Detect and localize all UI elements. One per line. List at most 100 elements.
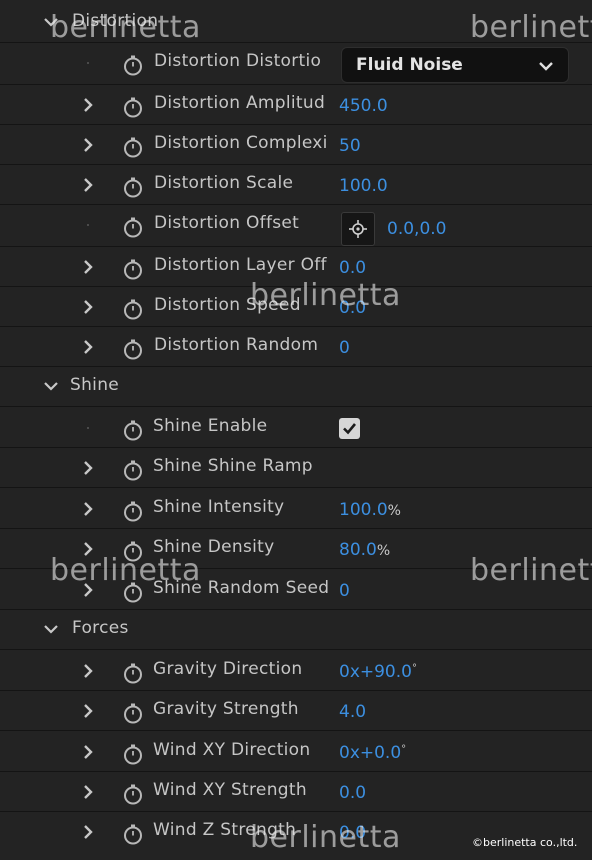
group-forces[interactable]: Forces <box>0 610 592 650</box>
prop-distortion-speed: Distortion Speed 0.0 <box>0 287 592 327</box>
prop-value[interactable]: 0 <box>339 338 350 358</box>
stopwatch-icon[interactable] <box>122 338 144 360</box>
chevron-down-icon <box>539 62 553 71</box>
prop-label: Distortion Amplitud <box>154 93 326 113</box>
point-picker-button[interactable] <box>341 212 375 246</box>
stopwatch-icon[interactable] <box>122 662 144 684</box>
stopwatch-icon[interactable] <box>122 783 144 805</box>
prop-value[interactable]: 450.0 <box>339 96 388 116</box>
stopwatch-icon[interactable] <box>122 298 144 320</box>
prop-label: Gravity Strength <box>153 699 299 719</box>
prop-label: Shine Shine Ramp <box>153 456 313 476</box>
chevron-right-icon[interactable] <box>80 460 96 476</box>
group-shine[interactable]: Shine <box>0 367 592 407</box>
chevron-right-icon[interactable] <box>80 703 96 719</box>
prop-label: Distortion Layer Off <box>154 255 327 275</box>
prop-value-group[interactable]: 0x+90.0° <box>339 662 417 682</box>
copyright-notice: ©berlinetta co.,ltd. <box>472 836 578 849</box>
prop-value[interactable]: 0 <box>339 581 350 601</box>
prop-shine-intensity: Shine Intensity 100.0% <box>0 489 592 529</box>
chevron-right-icon[interactable] <box>80 299 96 315</box>
chevron-right-icon[interactable] <box>80 541 96 557</box>
stopwatch-icon[interactable] <box>122 500 144 522</box>
chevron-right-icon[interactable] <box>80 784 96 800</box>
prop-gravity-direction: Gravity Direction 0x+90.0° <box>0 651 592 691</box>
prop-value[interactable]: 0.0,0.0 <box>387 219 446 239</box>
prop-value[interactable]: 50 <box>339 136 361 156</box>
prop-value-group[interactable]: 100.0% <box>339 500 401 520</box>
prop-value[interactable]: 0.0 <box>339 823 366 843</box>
prop-label: Shine Intensity <box>153 497 285 517</box>
prop-value[interactable]: 100.0 <box>339 500 388 520</box>
unit-label: % <box>387 503 401 519</box>
stopwatch-icon[interactable] <box>122 743 144 765</box>
prop-value[interactable]: 0.0 <box>339 298 366 318</box>
stopwatch-icon[interactable] <box>122 419 144 441</box>
prop-value-group[interactable]: 0x+0.0° <box>339 743 406 763</box>
prop-label: Shine Enable <box>153 416 268 436</box>
stopwatch-icon[interactable] <box>122 581 144 603</box>
group-forces-label: Forces <box>72 618 129 638</box>
prop-label: Shine Random Seed <box>153 578 330 598</box>
stopwatch-icon[interactable] <box>122 459 144 481</box>
group-distortion[interactable]: Distortion <box>0 3 592 43</box>
prop-value[interactable]: 0x+0.0 <box>339 743 401 763</box>
stopwatch-icon[interactable] <box>122 54 144 76</box>
stopwatch-icon[interactable] <box>122 176 144 198</box>
stopwatch-icon[interactable] <box>122 216 144 238</box>
prop-label: Distortion Random <box>154 335 319 355</box>
prop-distortion-random: Distortion Random 0 <box>0 327 592 367</box>
chevron-right-icon[interactable] <box>80 97 96 113</box>
chevron-right-icon[interactable] <box>80 663 96 679</box>
prop-label: Gravity Direction <box>153 659 303 679</box>
prop-label: Distortion Scale <box>154 173 294 193</box>
degree-unit: ° <box>401 744 407 755</box>
prop-label: Distortion Speed <box>154 295 301 315</box>
group-shine-label: Shine <box>70 375 120 395</box>
prop-value[interactable]: 0.0 <box>339 258 366 278</box>
chevron-down-icon[interactable] <box>42 377 60 395</box>
chevron-right-icon[interactable] <box>80 501 96 517</box>
prop-value[interactable]: 0.0 <box>339 783 366 803</box>
chevron-right-icon[interactable] <box>80 177 96 193</box>
chevron-right-icon[interactable] <box>80 259 96 275</box>
prop-label: Wind XY Strength <box>153 780 307 800</box>
prop-shine-random-seed: Shine Random Seed 0 <box>0 570 592 610</box>
prop-shine-enable: Shine Enable <box>0 408 592 448</box>
prop-label: Distortion Offset <box>154 213 300 233</box>
prop-label: Wind XY Direction <box>153 740 311 760</box>
no-twirl-dot <box>87 224 89 226</box>
chevron-right-icon[interactable] <box>80 137 96 153</box>
stopwatch-icon[interactable] <box>122 96 144 118</box>
prop-value-group[interactable]: 80.0% <box>339 540 390 560</box>
stopwatch-icon[interactable] <box>122 823 144 845</box>
crosshair-icon <box>349 220 367 238</box>
prop-distortion-layer-offset: Distortion Layer Off 0.0 <box>0 247 592 287</box>
chevron-right-icon[interactable] <box>80 582 96 598</box>
prop-label: Distortion Complexi <box>154 133 328 153</box>
prop-value[interactable]: 80.0 <box>339 540 377 560</box>
prop-value[interactable]: 4.0 <box>339 702 366 722</box>
prop-distortion-amplitude: Distortion Amplitud 450.0 <box>0 85 592 125</box>
chevron-right-icon[interactable] <box>80 339 96 355</box>
chevron-down-icon[interactable] <box>42 13 60 31</box>
checkmark-icon <box>343 423 357 435</box>
stopwatch-icon[interactable] <box>122 136 144 158</box>
prop-value[interactable]: 100.0 <box>339 176 388 196</box>
prop-shine-density: Shine Density 80.0% <box>0 529 592 569</box>
chevron-down-icon[interactable] <box>42 620 60 638</box>
prop-label: Shine Density <box>153 537 275 557</box>
distortion-type-dropdown[interactable]: Fluid Noise <box>341 47 569 83</box>
prop-distortion-scale: Distortion Scale 100.0 <box>0 165 592 205</box>
no-twirl-dot <box>87 427 89 429</box>
stopwatch-icon[interactable] <box>122 702 144 724</box>
stopwatch-icon[interactable] <box>122 540 144 562</box>
chevron-right-icon[interactable] <box>80 824 96 840</box>
shine-enable-checkbox[interactable] <box>339 418 360 439</box>
chevron-right-icon[interactable] <box>80 744 96 760</box>
prop-value[interactable]: 0x+90.0 <box>339 662 412 682</box>
stopwatch-icon[interactable] <box>122 258 144 280</box>
prop-wind-xy-strength: Wind XY Strength 0.0 <box>0 772 592 812</box>
dropdown-selected-value: Fluid Noise <box>356 55 463 75</box>
prop-distortion-offset: Distortion Offset 0.0,0.0 <box>0 205 592 247</box>
